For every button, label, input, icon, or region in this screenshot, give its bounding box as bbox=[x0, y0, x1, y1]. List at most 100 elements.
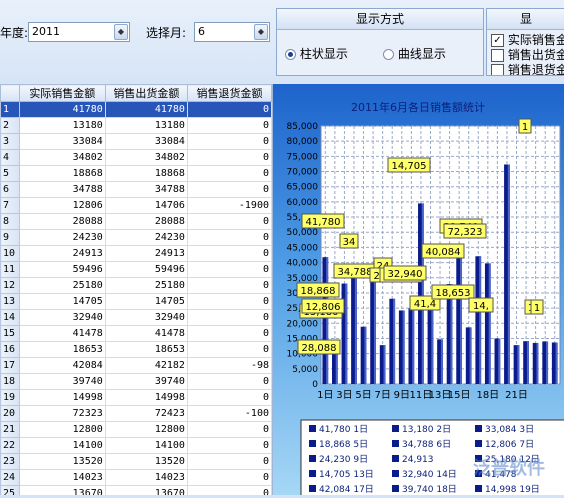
table-row[interactable]: 16 18653 18653 0 bbox=[0, 341, 272, 358]
row-number[interactable]: 22 bbox=[0, 437, 20, 454]
actual-sales-cell[interactable]: 14023 bbox=[18, 469, 106, 486]
return-cell[interactable]: 0 bbox=[186, 373, 272, 390]
table-row[interactable]: 7 12806 14706 -1900 bbox=[0, 197, 272, 214]
actual-sales-cell[interactable]: 12800 bbox=[18, 421, 106, 438]
table-row[interactable]: 13 14705 14705 0 bbox=[0, 293, 272, 310]
mode-curve-radio[interactable]: 曲线显示 bbox=[383, 45, 446, 62]
row-number[interactable]: 5 bbox=[0, 165, 20, 182]
table-row[interactable]: 20 72323 72423 -100 bbox=[0, 405, 272, 422]
row-number[interactable]: 17 bbox=[0, 357, 20, 374]
table-row[interactable]: 2 13180 13180 0 bbox=[0, 117, 272, 134]
return-cell[interactable]: -1900 bbox=[186, 197, 272, 214]
table-row[interactable]: 19 14998 14998 0 bbox=[0, 389, 272, 406]
row-number[interactable]: 19 bbox=[0, 389, 20, 406]
actual-sales-cell[interactable]: 59496 bbox=[18, 261, 106, 278]
return-cell[interactable]: 0 bbox=[186, 149, 272, 166]
shipment-cell[interactable]: 24913 bbox=[104, 245, 188, 262]
return-cell[interactable]: 0 bbox=[186, 277, 272, 294]
table-row[interactable]: 17 42084 42182 -98 bbox=[0, 357, 272, 374]
actual-sales-cell[interactable]: 33084 bbox=[18, 133, 106, 150]
table-row[interactable]: 8 28088 28088 0 bbox=[0, 213, 272, 230]
shipment-cell[interactable]: 59496 bbox=[104, 261, 188, 278]
return-cell[interactable]: 0 bbox=[186, 245, 272, 262]
return-cell[interactable]: 0 bbox=[186, 325, 272, 342]
return-cell[interactable]: 0 bbox=[186, 309, 272, 326]
row-number[interactable]: 14 bbox=[0, 309, 20, 326]
shipment-cell[interactable]: 14705 bbox=[104, 293, 188, 310]
row-number[interactable]: 24 bbox=[0, 469, 20, 486]
shipment-cell[interactable]: 14023 bbox=[104, 469, 188, 486]
actual-sales-cell[interactable]: 14705 bbox=[18, 293, 106, 310]
return-cell[interactable]: -100 bbox=[186, 405, 272, 422]
shipment-cell[interactable]: 42182 bbox=[104, 357, 188, 374]
actual-sales-cell[interactable]: 18868 bbox=[18, 165, 106, 182]
shipment-cell[interactable]: 39740 bbox=[104, 373, 188, 390]
row-number[interactable]: 25 bbox=[0, 485, 20, 495]
shipment-cell[interactable]: 13520 bbox=[104, 453, 188, 470]
dropdown-icon[interactable]: ◆ bbox=[114, 24, 128, 40]
year-select[interactable]: 2011 ◆ bbox=[28, 22, 130, 42]
shipment-cell[interactable]: 14706 bbox=[104, 197, 188, 214]
actual-sales-cell[interactable]: 42084 bbox=[18, 357, 106, 374]
table-row[interactable]: 21 12800 12800 0 bbox=[0, 421, 272, 438]
month-select[interactable]: 6 ◆ bbox=[194, 22, 270, 42]
row-number[interactable]: 7 bbox=[0, 197, 20, 214]
shipment-cell[interactable]: 13670 bbox=[104, 485, 188, 495]
row-number[interactable]: 1 bbox=[0, 101, 20, 118]
return-cell[interactable]: 0 bbox=[186, 261, 272, 278]
shipment-cell[interactable]: 24230 bbox=[104, 229, 188, 246]
row-number[interactable]: 12 bbox=[0, 277, 20, 294]
return-cell[interactable]: 0 bbox=[186, 101, 272, 118]
column-header-actual[interactable]: 实际销售金额 bbox=[18, 84, 106, 102]
actual-sales-cell[interactable]: 24913 bbox=[18, 245, 106, 262]
return-cell[interactable]: 0 bbox=[186, 229, 272, 246]
row-number[interactable]: 15 bbox=[0, 325, 20, 342]
actual-sales-cell[interactable]: 14998 bbox=[18, 389, 106, 406]
row-number[interactable]: 6 bbox=[0, 181, 20, 198]
row-number[interactable]: 11 bbox=[0, 261, 20, 278]
return-cell[interactable]: 0 bbox=[186, 165, 272, 182]
actual-sales-cell[interactable]: 24230 bbox=[18, 229, 106, 246]
return-cell[interactable]: 0 bbox=[186, 453, 272, 470]
shipment-cell[interactable]: 34788 bbox=[104, 181, 188, 198]
actual-sales-cell[interactable]: 34802 bbox=[18, 149, 106, 166]
return-cell[interactable]: 0 bbox=[186, 389, 272, 406]
actual-sales-cell[interactable]: 18653 bbox=[18, 341, 106, 358]
table-row[interactable]: 5 18868 18868 0 bbox=[0, 165, 272, 182]
return-cell[interactable]: 0 bbox=[186, 293, 272, 310]
table-row[interactable]: 10 24913 24913 0 bbox=[0, 245, 272, 262]
return-cell[interactable]: 0 bbox=[186, 421, 272, 438]
table-row[interactable]: 24 14023 14023 0 bbox=[0, 469, 272, 486]
shipment-cell[interactable]: 14998 bbox=[104, 389, 188, 406]
return-cell[interactable]: 0 bbox=[186, 485, 272, 495]
shipment-cell[interactable]: 32940 bbox=[104, 309, 188, 326]
return-cell[interactable]: 0 bbox=[186, 117, 272, 134]
actual-sales-cell[interactable]: 72323 bbox=[18, 405, 106, 422]
row-number[interactable]: 21 bbox=[0, 421, 20, 438]
actual-sales-cell[interactable]: 12806 bbox=[18, 197, 106, 214]
shipment-cell[interactable]: 34802 bbox=[104, 149, 188, 166]
return-cell[interactable]: 0 bbox=[186, 469, 272, 486]
shipment-cell[interactable]: 33084 bbox=[104, 133, 188, 150]
actual-sales-cell[interactable]: 13180 bbox=[18, 117, 106, 134]
table-row[interactable]: 14 32940 32940 0 bbox=[0, 309, 272, 326]
actual-sales-cell[interactable]: 13670 bbox=[18, 485, 106, 495]
actual-sales-cell[interactable]: 25180 bbox=[18, 277, 106, 294]
column-header-shipment[interactable]: 销售出货金额 bbox=[104, 84, 188, 102]
shipment-cell[interactable]: 41478 bbox=[104, 325, 188, 342]
mode-bar-radio[interactable]: 柱状显示 bbox=[285, 45, 348, 62]
row-number[interactable]: 13 bbox=[0, 293, 20, 310]
table-row[interactable]: 25 13670 13670 0 bbox=[0, 485, 272, 495]
sales-table[interactable]: 实际销售金额 销售出货金额 销售退货金额 1 41780 41780 0 2 13180 1… bbox=[0, 84, 273, 495]
actual-sales-cell[interactable]: 14100 bbox=[18, 437, 106, 454]
shipment-cell[interactable]: 28088 bbox=[104, 213, 188, 230]
return-cell[interactable]: 0 bbox=[186, 213, 272, 230]
row-number[interactable]: 3 bbox=[0, 133, 20, 150]
actual-sales-cell[interactable]: 32940 bbox=[18, 309, 106, 326]
shipment-cell[interactable]: 41780 bbox=[104, 101, 188, 118]
actual-sales-cell[interactable]: 41478 bbox=[18, 325, 106, 342]
row-number[interactable]: 20 bbox=[0, 405, 20, 422]
row-number[interactable]: 8 bbox=[0, 213, 20, 230]
table-row[interactable]: 22 14100 14100 0 bbox=[0, 437, 272, 454]
row-number[interactable]: 23 bbox=[0, 453, 20, 470]
